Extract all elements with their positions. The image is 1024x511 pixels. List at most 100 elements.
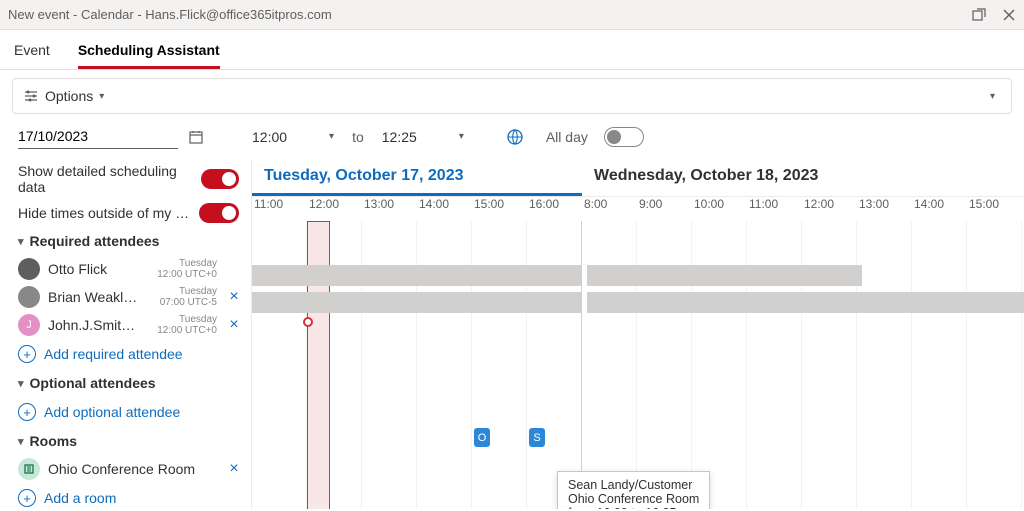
window-controls (972, 8, 1016, 22)
window: New event - Calendar - Hans.Flick@office… (0, 0, 1024, 511)
busy-block (587, 265, 862, 286)
timeline-grid[interactable]: O S Sean Landy/Customer Ohio Conference … (252, 221, 1024, 509)
day-header-1[interactable]: Tuesday, October 17, 2023 (252, 159, 582, 196)
popout-icon[interactable] (972, 8, 986, 22)
chevron-down-icon: ▾ (18, 435, 24, 448)
end-time-value: 12:25 (382, 129, 417, 145)
hour-label: 12:00 (802, 197, 857, 221)
day-header-2[interactable]: Wednesday, October 18, 2023 (582, 159, 830, 196)
attendee-name: Otto Flick (48, 261, 139, 277)
setting-hide-times: Hide times outside of my me… (0, 199, 251, 227)
calendar-icon[interactable] (188, 129, 204, 145)
plus-icon: + (18, 403, 36, 421)
remove-attendee-button[interactable]: × (225, 316, 243, 334)
date-time-row: 12:00 ▾ to 12:25 ▾ All day (0, 120, 1024, 159)
timezone-icon[interactable] (506, 128, 524, 146)
add-required-attendee[interactable]: + Add required attendee (0, 339, 251, 369)
end-time-dropdown[interactable]: 12:25 ▾ (374, 127, 472, 147)
event-tooltip: Sean Landy/Customer Ohio Conference Room… (557, 471, 710, 509)
timeline-row-ohio-room: O S (252, 424, 1024, 451)
remove-attendee-button[interactable]: × (225, 288, 243, 306)
to-label: to (352, 129, 364, 145)
attendee-name: Brian Weakliam (O… (48, 289, 139, 305)
chevron-down-icon: ▾ (459, 131, 464, 142)
hour-label: 13:00 (362, 197, 417, 221)
day-headers: Tuesday, October 17, 2023 Wednesday, Oct… (252, 159, 1024, 197)
add-room[interactable]: + Add a room (0, 483, 251, 511)
section-rooms[interactable]: ▾ Rooms (0, 427, 251, 455)
attendee-row[interactable]: Brian Weakliam (O… Tuesday 07:00 UTC-5 × (0, 283, 251, 311)
start-time-dropdown[interactable]: 12:00 ▾ (244, 127, 342, 147)
options-expand-chevron[interactable]: ▾ (984, 85, 1001, 108)
section-required-attendees[interactable]: ▾ Required attendees (0, 227, 251, 255)
attendee-row[interactable]: J John.J.Smith@am… Tuesday 12:00 UTC+0 × (0, 311, 251, 339)
add-optional-attendee[interactable]: + Add optional attendee (0, 397, 251, 427)
hide-times-toggle[interactable] (199, 203, 239, 223)
close-icon[interactable] (1002, 8, 1016, 22)
hour-label: 15:00 (967, 197, 1022, 221)
section-rooms-label: Rooms (30, 433, 77, 449)
room-name: Ohio Conference Room (48, 461, 217, 477)
setting-hide-times-label: Hide times outside of my me… (18, 205, 198, 221)
chevron-down-icon: ▾ (18, 235, 24, 248)
busy-block (252, 265, 582, 286)
options-button[interactable]: Options ▾ (23, 88, 104, 104)
section-optional-attendees[interactable]: ▾ Optional attendees (0, 369, 251, 397)
left-panel: Show detailed scheduling data Hide times… (0, 159, 252, 509)
event-chip-s[interactable]: S (529, 428, 545, 447)
tab-scheduling-assistant[interactable]: Scheduling Assistant (78, 36, 220, 69)
avatar (18, 286, 40, 308)
attendee-row[interactable]: Otto Flick Tuesday 12:00 UTC+0 (0, 255, 251, 283)
add-optional-label: Add optional attendee (44, 404, 180, 420)
tab-event[interactable]: Event (14, 36, 50, 69)
room-row[interactable]: Ohio Conference Room × (0, 455, 251, 483)
hour-label: 16:00 (527, 197, 582, 221)
room-icon (18, 458, 40, 480)
hour-label: 15:00 (472, 197, 527, 221)
window-title: New event - Calendar - Hans.Flick@office… (8, 7, 332, 22)
hour-label: 8:00 (582, 197, 637, 221)
section-optional-label: Optional attendees (30, 375, 156, 391)
timeline-row-rooms-header (252, 397, 1024, 424)
timeline-row-john (252, 289, 1024, 316)
setting-show-detailed-label: Show detailed scheduling data (18, 163, 201, 195)
attendee-tz: Tuesday 12:00 UTC+0 (147, 314, 217, 336)
hour-label: 9:00 (637, 197, 692, 221)
hour-label: 11:00 (252, 197, 307, 221)
timeline-row-brian (252, 262, 1024, 289)
hour-label: 13:00 (857, 197, 912, 221)
plus-icon: + (18, 489, 36, 507)
hour-label: 11:00 (747, 197, 802, 221)
hour-label: 10:00 (692, 197, 747, 221)
all-day-toggle[interactable] (604, 127, 644, 147)
avatar (18, 258, 40, 280)
add-required-label: Add required attendee (44, 346, 183, 362)
chevron-down-icon: ▾ (18, 377, 24, 390)
timeline: Tuesday, October 17, 2023 Wednesday, Oct… (252, 159, 1024, 509)
timeline-row-add-required (252, 316, 1024, 343)
hour-label: 12:00 (307, 197, 362, 221)
busy-block (587, 292, 1024, 313)
titlebar: New event - Calendar - Hans.Flick@office… (0, 0, 1024, 30)
show-detailed-toggle[interactable] (201, 169, 239, 189)
avatar: J (18, 314, 40, 336)
setting-show-detailed: Show detailed scheduling data (0, 159, 251, 199)
hour-label: 14:00 (417, 197, 472, 221)
timeline-row-add-optional (252, 370, 1024, 397)
attendee-name: John.J.Smith@am… (48, 317, 139, 333)
plus-icon: + (18, 345, 36, 363)
busy-block (252, 292, 582, 313)
timeline-row-optional-header (252, 343, 1024, 370)
start-time-value: 12:00 (252, 129, 287, 145)
timeline-row-otto (252, 235, 1024, 262)
options-bar[interactable]: Options ▾ ▾ (12, 78, 1012, 114)
hour-label: 14:00 (912, 197, 967, 221)
all-day-label: All day (546, 129, 588, 145)
main: Show detailed scheduling data Hide times… (0, 159, 1024, 509)
options-label: Options (45, 88, 93, 104)
remove-room-button[interactable]: × (225, 460, 243, 478)
chevron-down-icon: ▾ (99, 91, 104, 102)
date-input[interactable] (18, 124, 178, 149)
attendee-tz: Tuesday 12:00 UTC+0 (147, 258, 217, 280)
event-chip-o[interactable]: O (474, 428, 490, 447)
